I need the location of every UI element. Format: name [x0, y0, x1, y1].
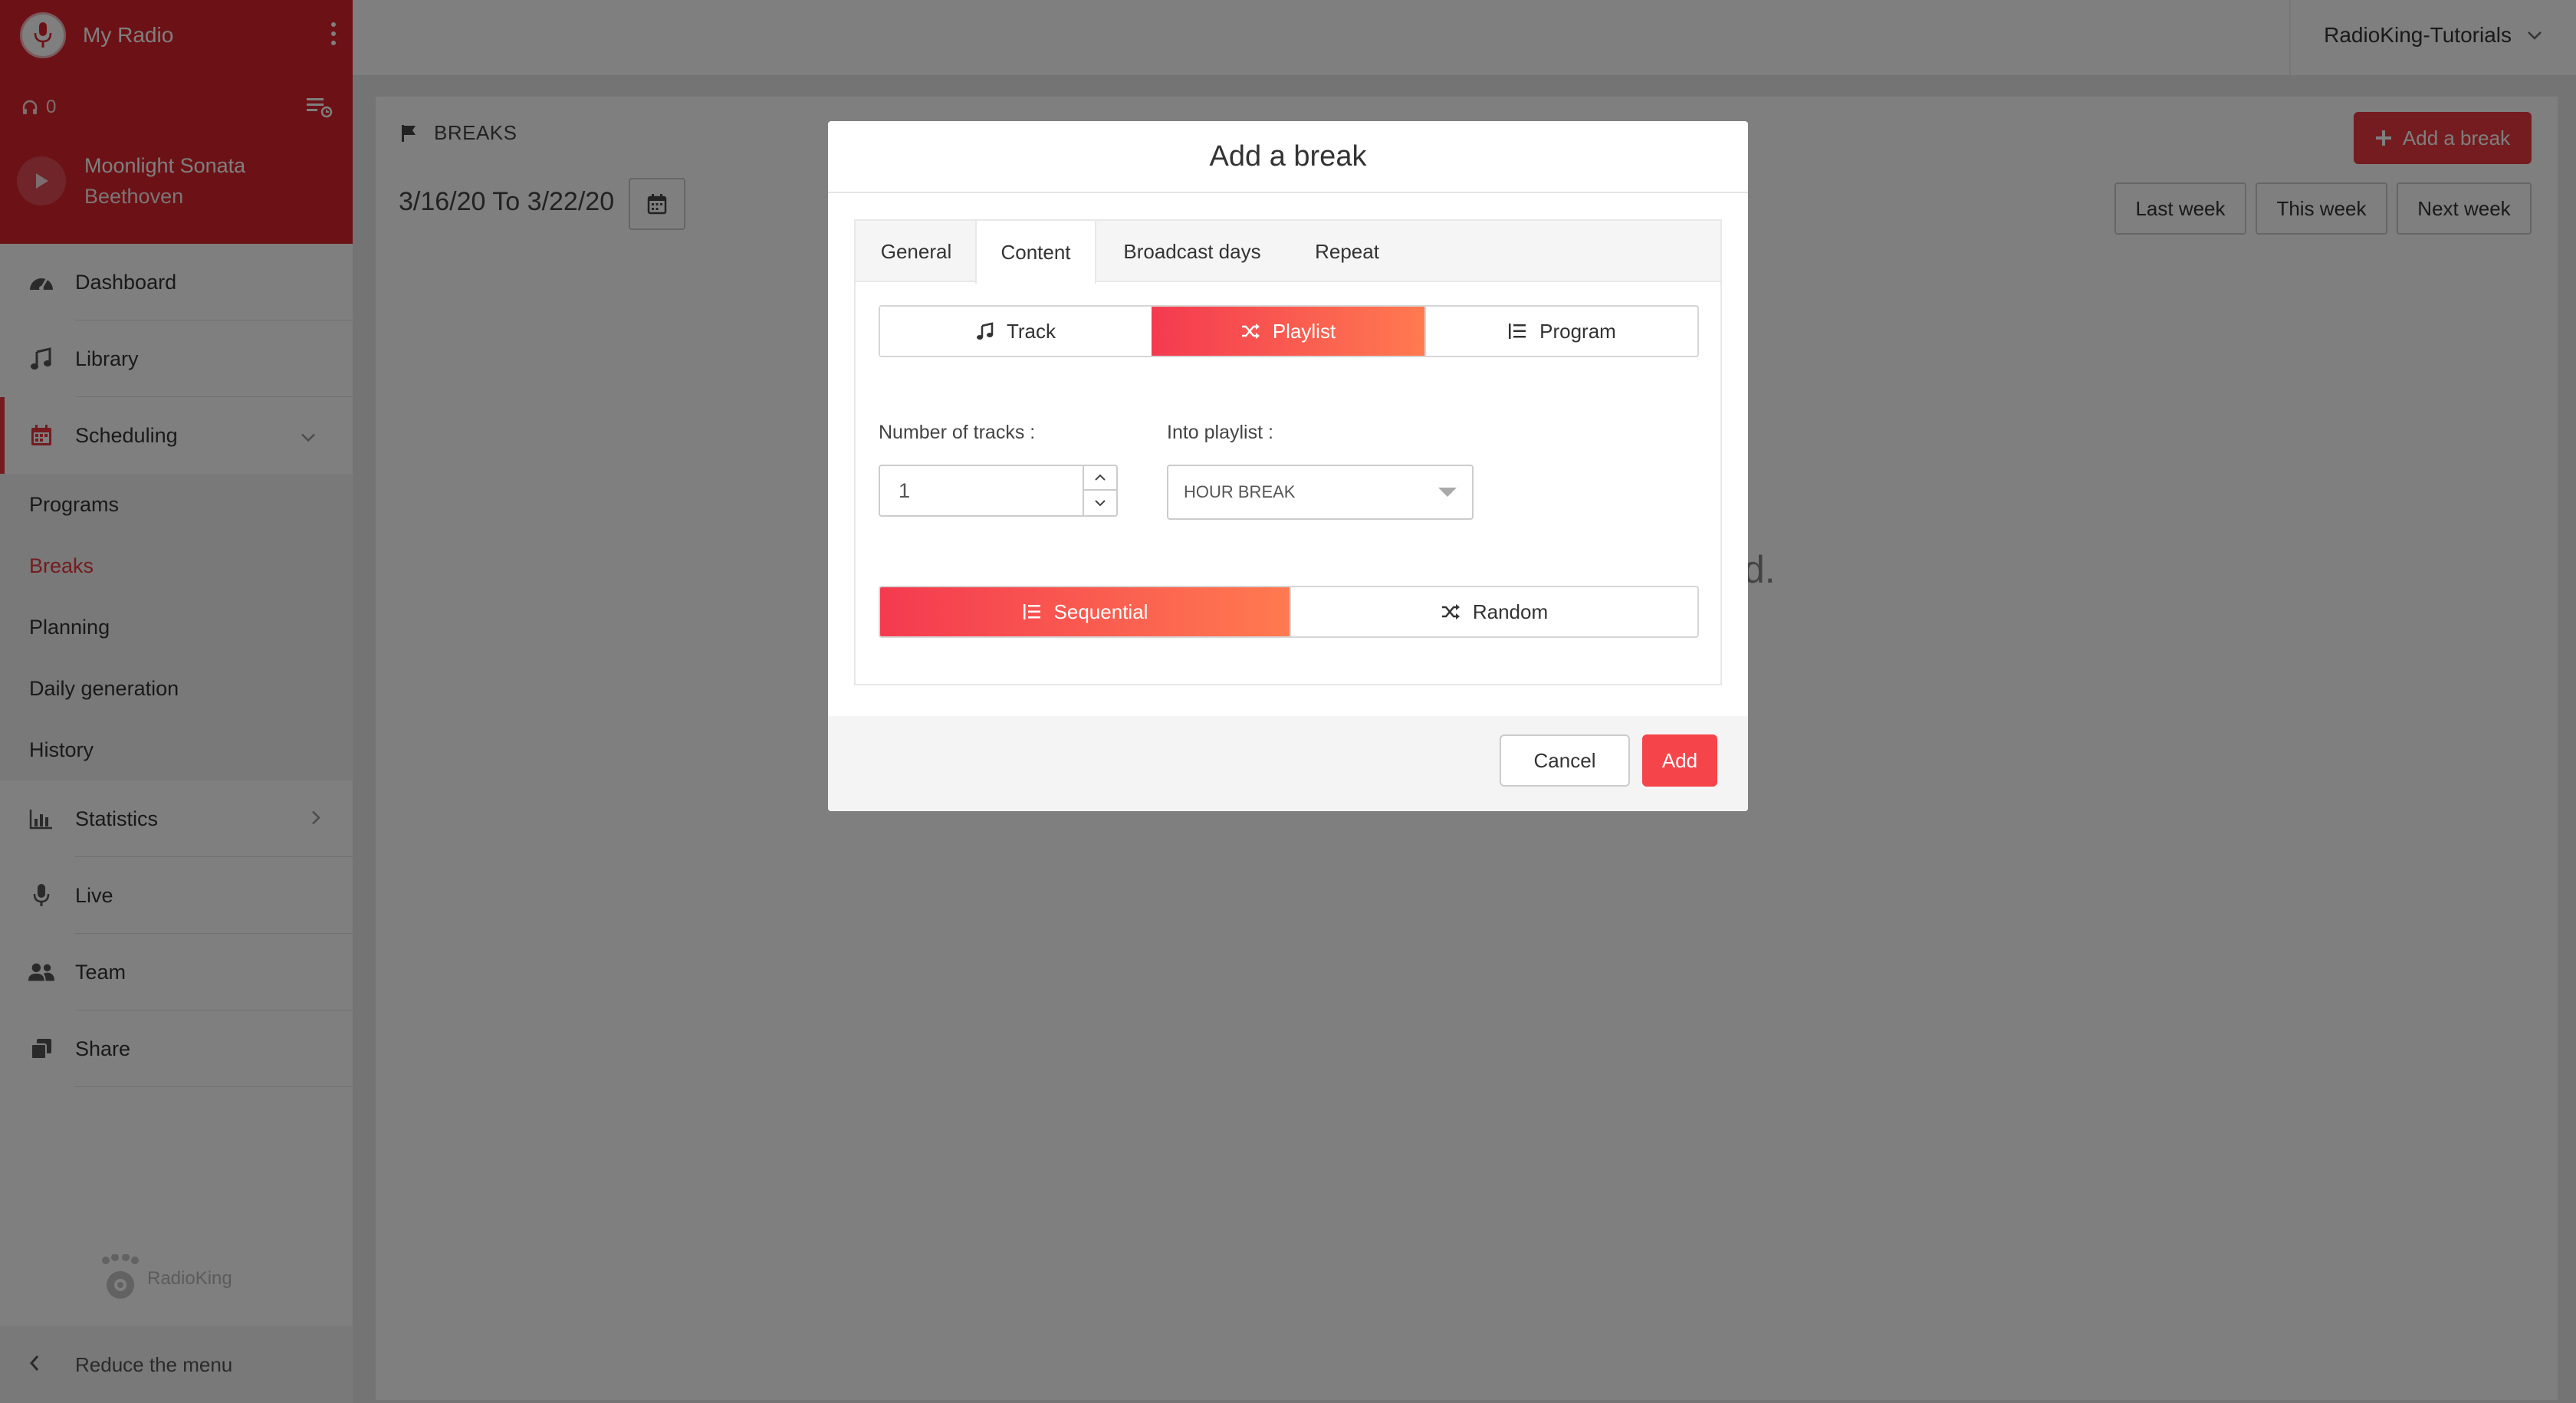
content-type-playlist-button[interactable]: Playlist [1152, 307, 1424, 356]
tab-repeat[interactable]: Repeat [1288, 221, 1406, 282]
dropdown-caret-icon [1438, 488, 1457, 497]
cancel-button[interactable]: Cancel [1500, 734, 1630, 787]
number-of-tracks-input[interactable] [880, 466, 1072, 515]
ordered-list-icon [1023, 604, 1040, 619]
modal-body: General Content Broadcast days Repeat Tr… [854, 219, 1722, 685]
music-note-icon [976, 322, 994, 340]
order-sequential-button[interactable]: Sequential [880, 587, 1290, 636]
modal-tabs: General Content Broadcast days Repeat [856, 221, 1720, 284]
order-random-button[interactable]: Random [1290, 587, 1697, 636]
ordered-list-icon [1509, 324, 1526, 339]
modal-title: Add a break [828, 121, 1748, 193]
into-playlist-value: HOUR BREAK [1184, 482, 1296, 501]
tab-broadcast-days[interactable]: Broadcast days [1096, 221, 1288, 282]
shuffle-icon [1241, 324, 1260, 339]
stepper-controls [1083, 466, 1116, 515]
content-type-program-button[interactable]: Program [1424, 307, 1697, 356]
content-type-track-button[interactable]: Track [880, 307, 1152, 356]
into-playlist-select[interactable]: HOUR BREAK [1167, 465, 1474, 520]
decrement-button[interactable] [1084, 491, 1116, 515]
number-of-tracks-stepper [879, 465, 1118, 517]
add-button[interactable]: Add [1642, 734, 1717, 787]
tab-general[interactable]: General [856, 221, 977, 282]
order-mode-selector: Sequential Random [879, 586, 1699, 638]
content-type-selector: Track Playlist Program [879, 305, 1699, 357]
number-of-tracks-label: Number of tracks : [879, 422, 1036, 443]
increment-button[interactable] [1084, 466, 1116, 491]
shuffle-icon [1441, 604, 1460, 619]
into-playlist-label: Into playlist : [1167, 422, 1273, 443]
chevron-down-icon [1095, 500, 1106, 507]
add-break-modal: Add a break General Content Broadcast da… [828, 121, 1748, 811]
chevron-up-icon [1095, 474, 1106, 481]
tab-content[interactable]: Content [975, 221, 1096, 284]
